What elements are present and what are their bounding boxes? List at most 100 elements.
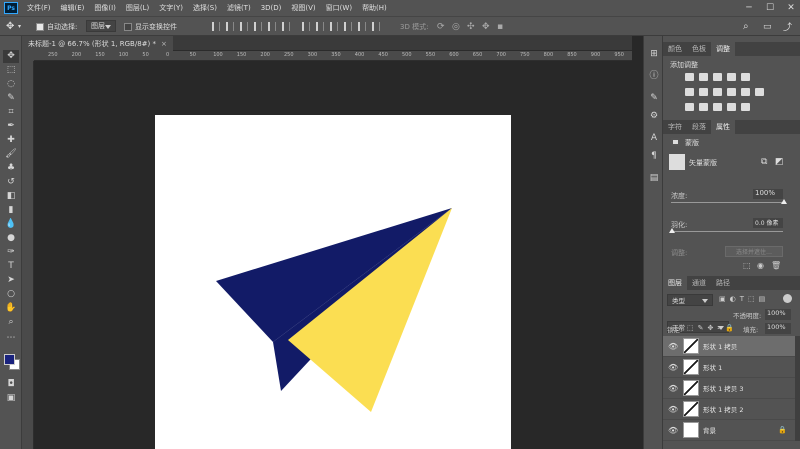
brightness-adjust-icon[interactable] <box>685 73 694 81</box>
menu-window[interactable]: 窗口(W) <box>321 3 357 13</box>
move-tool-icon[interactable]: ✥ <box>6 20 14 33</box>
eye-icon[interactable]: 👁 <box>668 363 678 372</box>
vertical-ruler[interactable] <box>22 61 34 449</box>
marquee-tool-icon[interactable]: ⬚ <box>3 64 19 77</box>
tool-preset-arrow-icon[interactable]: ▾ <box>18 20 21 33</box>
tab-paths[interactable]: 路径 <box>711 276 735 290</box>
tool-presets-icon[interactable]: ⚙ <box>646 110 662 123</box>
layer-row[interactable]: 👁 形状 1 拷贝 3 <box>663 378 795 399</box>
eye-icon[interactable]: 👁 <box>668 384 678 393</box>
load-selection-icon[interactable]: ⬚ <box>743 261 751 270</box>
brush-settings-icon[interactable]: ✎ <box>646 92 662 105</box>
menu-view[interactable]: 视图(V) <box>286 3 320 13</box>
selective-color-icon[interactable] <box>727 103 736 111</box>
move-tool-icon[interactable]: ✥ <box>3 50 19 63</box>
hand-tool-icon[interactable]: ✋ <box>3 302 19 315</box>
feather-input[interactable]: 0.0 像素 <box>753 218 783 228</box>
menu-layer[interactable]: 图层(L) <box>121 3 154 13</box>
3d-scale-icon[interactable]: ▪ <box>497 20 503 33</box>
toggle-mask-icon[interactable]: ◉ <box>757 261 764 270</box>
healing-tool-icon[interactable]: ✚ <box>3 134 19 147</box>
tab-color[interactable]: 颜色 <box>663 42 687 56</box>
lock-options-icons[interactable]: ⬚✎✥⌗🔒 <box>687 324 738 333</box>
blur-tool-icon[interactable]: 💧 <box>3 218 19 231</box>
type-tool-icon[interactable]: T <box>3 260 19 273</box>
menu-image[interactable]: 图像(I) <box>89 3 121 13</box>
exposure-adjust-icon[interactable] <box>727 73 736 81</box>
layer-filter-dropdown[interactable]: 类型 <box>667 294 713 306</box>
menu-select[interactable]: 选择(S) <box>188 3 222 13</box>
menu-filter[interactable]: 滤镜(T) <box>222 3 256 13</box>
history-panel-icon[interactable]: ⊞ <box>646 48 662 61</box>
layer-filter-icons[interactable]: ▣◐T⬚▤ <box>719 295 769 303</box>
info-panel-icon[interactable]: ⓘ <box>646 70 662 83</box>
align-bottom-icon[interactable] <box>240 22 248 31</box>
eye-icon[interactable]: 👁 <box>668 342 678 351</box>
layer-row[interactable]: 👁 形状 1 拷贝 2 <box>663 399 795 420</box>
ruler-origin[interactable] <box>22 51 34 61</box>
gradient-map-icon[interactable] <box>741 103 750 111</box>
apply-mask-icon[interactable]: ⧉ <box>761 157 767 167</box>
color-balance-icon[interactable] <box>699 88 708 96</box>
menu-3d[interactable]: 3D(D) <box>256 4 287 12</box>
align-right-icon[interactable] <box>282 22 290 31</box>
layer-row[interactable]: 👁 形状 1 拷贝 <box>663 336 795 357</box>
close-tab-icon[interactable]: × <box>161 40 167 48</box>
invert-icon[interactable] <box>685 103 694 111</box>
hue-saturation-icon[interactable] <box>685 88 694 96</box>
eye-icon[interactable]: 👁 <box>668 426 678 435</box>
character-panel-icon[interactable]: A <box>646 132 662 145</box>
eraser-tool-icon[interactable]: ◧ <box>3 190 19 203</box>
align-left-icon[interactable] <box>254 22 262 31</box>
zoom-tool-icon[interactable]: ⌕ <box>3 316 19 329</box>
3d-rotate-icon[interactable]: ⟳ <box>437 20 445 33</box>
3d-slide-icon[interactable]: ✥ <box>482 20 490 33</box>
menu-type[interactable]: 文字(Y) <box>154 3 188 13</box>
document-tab[interactable]: 未标题-1 @ 66.7% (形状 1, RGB/8#) * × <box>22 36 173 51</box>
distribute-center-icon[interactable] <box>358 22 366 31</box>
foreground-color-swatch[interactable] <box>4 354 15 365</box>
vector-mask-add-icon[interactable]: ◩ <box>775 157 784 167</box>
distribute-left-icon[interactable] <box>344 22 352 31</box>
horizontal-ruler[interactable]: 250 200 150 100 50 0 50 100 150 200 250 300 350 400 45… <box>34 51 632 61</box>
photo-filter-icon[interactable] <box>727 88 736 96</box>
align-middle-icon[interactable] <box>226 22 234 31</box>
stamp-tool-icon[interactable]: ♣ <box>3 162 19 175</box>
tab-character[interactable]: 字符 <box>663 120 687 134</box>
filter-toggle-icon[interactable] <box>783 294 792 303</box>
3d-roll-icon[interactable]: ◎ <box>452 20 460 33</box>
close-button[interactable]: ✕ <box>782 0 800 16</box>
menu-file[interactable]: 文件(F) <box>22 3 56 13</box>
auto-select-checkbox[interactable]: 自动选择: <box>36 20 77 33</box>
align-center-icon[interactable] <box>268 22 276 31</box>
show-transform-checkbox[interactable]: 显示变换控件 <box>124 20 177 33</box>
document-canvas[interactable] <box>155 115 511 449</box>
eye-icon[interactable]: 👁 <box>668 405 678 414</box>
workspace-icon[interactable]: ▭ <box>763 20 772 33</box>
layer-row[interactable]: 👁 形状 1 <box>663 357 795 378</box>
brush-tool-icon[interactable]: 🖌 <box>3 148 19 161</box>
gradient-tool-icon[interactable]: ▮ <box>3 204 19 217</box>
delete-mask-icon[interactable]: 🗑 <box>771 261 781 270</box>
feather-slider[interactable] <box>671 231 783 232</box>
levels-adjust-icon[interactable] <box>699 73 708 81</box>
minimize-button[interactable]: ─ <box>740 0 758 16</box>
history-brush-icon[interactable]: ↺ <box>3 176 19 189</box>
opacity-input[interactable]: 100% <box>765 309 791 320</box>
3d-pan-icon[interactable]: ✣ <box>467 20 475 33</box>
dodge-tool-icon[interactable]: ● <box>3 232 19 245</box>
pen-tool-icon[interactable]: ✑ <box>3 246 19 259</box>
align-top-icon[interactable] <box>212 22 220 31</box>
quick-mask-icon[interactable]: ◘ <box>3 378 19 391</box>
maximize-button[interactable]: ☐ <box>761 0 779 16</box>
channel-mixer-icon[interactable] <box>741 88 750 96</box>
libraries-icon[interactable]: ▤ <box>646 172 662 185</box>
share-icon[interactable]: ⤴ <box>783 20 792 33</box>
tab-properties[interactable]: 属性 <box>711 120 735 134</box>
tab-adjustments[interactable]: 调整 <box>711 42 735 56</box>
tab-swatches[interactable]: 色板 <box>687 42 711 56</box>
auto-select-dropdown[interactable]: 图层 <box>86 20 116 32</box>
path-select-tool-icon[interactable]: ➤ <box>3 274 19 287</box>
quick-select-tool-icon[interactable]: ✎ <box>3 92 19 105</box>
distribute-top-icon[interactable] <box>302 22 310 31</box>
